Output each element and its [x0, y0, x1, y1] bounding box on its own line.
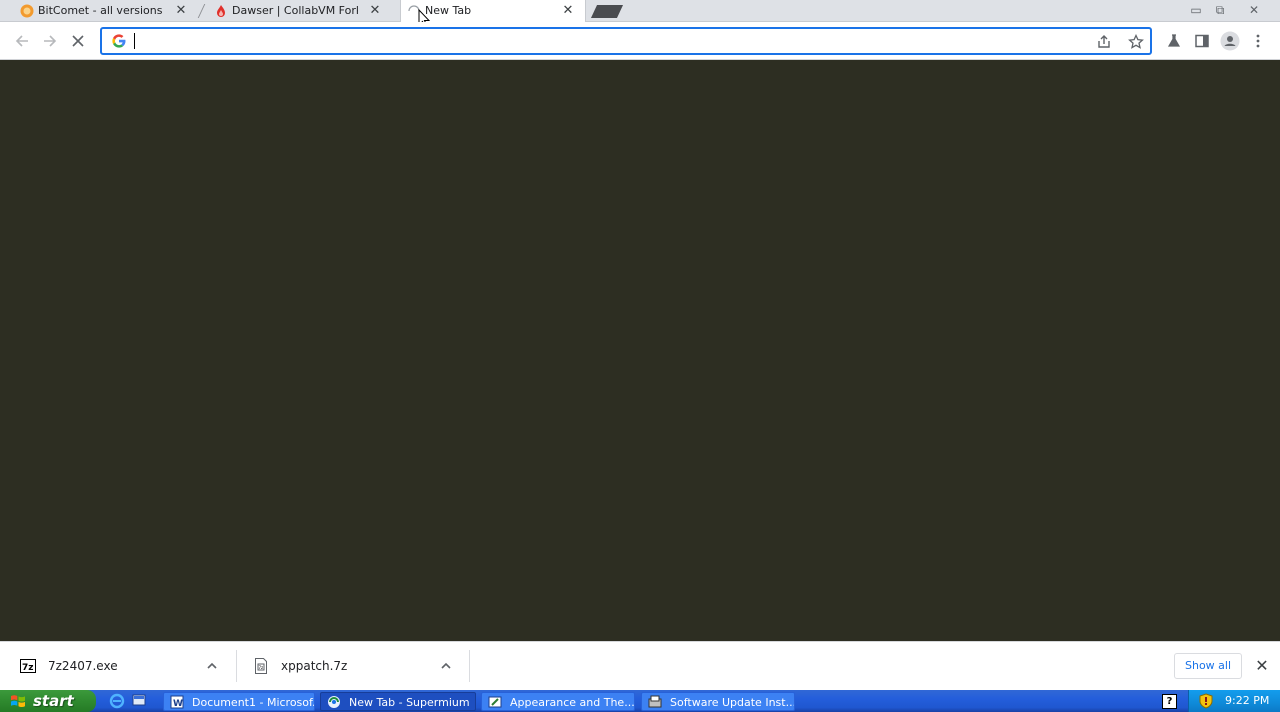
download-shelf: 7z 7z2407.exe 7z xppatch.7z Show all ✕ — [0, 641, 1280, 690]
divider — [236, 650, 237, 682]
tab-title: Dawser | CollabVM Forkie — [232, 4, 358, 17]
taskbar-button-label: Document1 - Microsof... — [192, 696, 315, 709]
download-filename: xppatch.7z — [281, 659, 348, 673]
download-item[interactable]: 7z xppatch.7z — [253, 642, 463, 690]
chevron-up-icon[interactable] — [438, 658, 454, 674]
system-tray: 9:22 PM — [1188, 690, 1280, 712]
tab-title: New Tab — [425, 4, 472, 17]
tab-close-icon[interactable]: ✕ — [174, 4, 188, 18]
stop-loading-icon[interactable] — [66, 29, 90, 53]
show-all-button[interactable]: Show all — [1174, 653, 1242, 679]
taskbar: start W Document1 - Microsof... New Tab … — [0, 690, 1280, 712]
close-icon[interactable]: ✕ — [1253, 657, 1271, 675]
download-item[interactable]: 7z 7z2407.exe — [20, 642, 230, 690]
download-filename: 7z2407.exe — [48, 659, 118, 673]
word-icon: W — [170, 695, 184, 709]
taskbar-button-label: Software Update Inst... — [670, 696, 795, 709]
share-icon[interactable] — [1094, 32, 1114, 52]
restore-icon[interactable]: ⧉ — [1209, 1, 1231, 19]
help-icon[interactable]: ? — [1162, 694, 1177, 709]
forward-icon[interactable] — [38, 29, 62, 53]
text-caret — [134, 33, 135, 49]
tab-collabvm[interactable]: Dawser | CollabVM Forkie ✕ — [208, 0, 392, 22]
start-label: start — [33, 692, 74, 710]
clock: 9:22 PM — [1225, 694, 1270, 707]
installer-icon — [648, 695, 662, 708]
bookmark-star-icon[interactable] — [1126, 32, 1146, 52]
svg-text:W: W — [173, 699, 183, 709]
svg-text:7z: 7z — [259, 665, 264, 670]
archive-icon: 7z — [255, 658, 267, 674]
svg-text:7z: 7z — [22, 663, 34, 673]
tab-separator — [197, 4, 206, 18]
side-panel-icon[interactable] — [1190, 29, 1214, 53]
flame-icon — [217, 5, 225, 17]
new-tab-button[interactable] — [590, 5, 624, 18]
windows-flag-icon — [11, 695, 25, 707]
google-icon — [112, 34, 126, 48]
taskbar-button-label: Appearance and The... — [510, 696, 635, 709]
window-close-icon[interactable]: ✕ — [1243, 1, 1265, 19]
page-content — [0, 60, 1280, 641]
divider — [469, 650, 470, 682]
tab-strip: BitComet - all versions an ✕ Dawser | Co… — [0, 0, 1280, 28]
menu-kebab-icon[interactable] — [1246, 29, 1270, 53]
address-bar[interactable] — [100, 27, 1152, 55]
start-button[interactable]: start — [0, 690, 96, 712]
7zip-icon: 7z — [20, 659, 36, 673]
tab-close-icon[interactable]: ✕ — [368, 4, 382, 18]
labs-flask-icon[interactable] — [1162, 29, 1186, 53]
internet-explorer-icon[interactable] — [109, 693, 125, 709]
tab-bitcomet[interactable]: BitComet - all versions an ✕ — [14, 0, 198, 22]
show-desktop-icon[interactable] — [131, 693, 147, 709]
taskbar-button-software-update[interactable]: Software Update Inst... — [641, 692, 795, 711]
security-shield-icon[interactable] — [1199, 693, 1213, 709]
back-icon[interactable] — [10, 29, 34, 53]
bitcomet-icon — [20, 4, 34, 18]
control-panel-icon — [488, 696, 502, 708]
chevron-up-icon[interactable] — [204, 658, 220, 674]
taskbar-button-label: New Tab - Supermium — [349, 696, 470, 709]
taskbar-button-document1[interactable]: W Document1 - Microsof... — [163, 692, 315, 711]
address-input[interactable] — [132, 31, 1082, 51]
minimize-icon[interactable]: ▭ — [1185, 1, 1207, 19]
profile-avatar-icon[interactable] — [1218, 29, 1242, 53]
tab-close-icon[interactable]: ✕ — [561, 4, 575, 18]
tab-title: BitComet - all versions an — [38, 4, 164, 17]
browser-toolbar — [0, 22, 1280, 60]
taskbar-button-new-tab[interactable]: New Tab - Supermium — [320, 692, 476, 711]
supermium-icon — [328, 696, 340, 708]
taskbar-button-appearance[interactable]: Appearance and The... — [481, 692, 635, 711]
